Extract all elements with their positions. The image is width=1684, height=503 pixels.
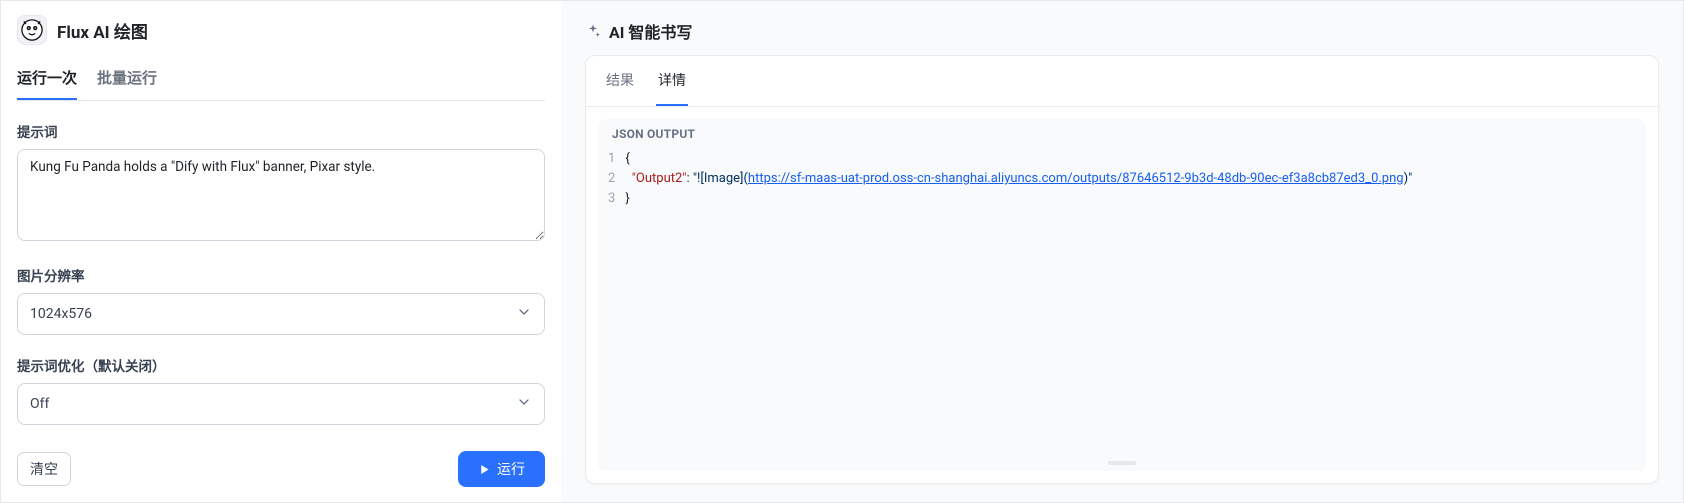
tab-run-once[interactable]: 运行一次 <box>17 67 77 100</box>
json-output-area: JSON OUTPUT 1 2 3 { "Output2": "![Image]… <box>598 119 1646 471</box>
resolution-label: 图片分辨率 <box>17 265 545 285</box>
tab-result[interactable]: 结果 <box>604 56 636 106</box>
prompt-input[interactable] <box>17 149 545 241</box>
right-title: AI 智能书写 <box>609 19 692 43</box>
output-tabs: 结果 详情 <box>586 56 1658 107</box>
chevron-down-icon <box>516 304 532 324</box>
sparkle-icon <box>585 23 601 39</box>
run-button[interactable]: 运行 <box>458 451 545 487</box>
json-val-suffix: )" <box>1404 171 1413 186</box>
line-number: 1 <box>608 149 615 169</box>
right-panel: AI 智能书写 结果 详情 JSON OUTPUT 1 2 3 { "Outpu… <box>561 1 1683 502</box>
optimize-select[interactable]: Off <box>17 383 545 425</box>
left-header: Flux AI 绘图 <box>17 15 545 45</box>
app-icon <box>17 15 47 45</box>
tab-batch-run[interactable]: 批量运行 <box>97 67 157 100</box>
app-title: Flux AI 绘图 <box>57 18 148 43</box>
code-content[interactable]: { "Output2": "![Image](https://sf-maas-u… <box>625 149 1422 455</box>
left-tabs: 运行一次 批量运行 <box>17 67 545 101</box>
json-key: "Output2" <box>632 171 687 186</box>
left-panel: Flux AI 绘图 运行一次 批量运行 提示词 图片分辨率 1024x576 … <box>1 1 561 502</box>
json-heading: JSON OUTPUT <box>598 119 1646 149</box>
chevron-down-icon <box>516 394 532 414</box>
line-number: 2 <box>608 169 615 189</box>
clear-button[interactable]: 清空 <box>17 452 71 486</box>
optimize-value: Off <box>30 396 49 412</box>
run-button-label: 运行 <box>497 459 525 479</box>
prompt-label: 提示词 <box>17 121 545 141</box>
actions-row: 清空 运行 <box>17 451 545 487</box>
resolution-value: 1024x576 <box>30 306 92 322</box>
json-code: 1 2 3 { "Output2": "![Image](https://sf-… <box>598 149 1646 455</box>
line-number: 3 <box>608 189 615 209</box>
tab-details[interactable]: 详情 <box>656 56 688 106</box>
prompt-section: 提示词 <box>17 121 545 245</box>
resolution-section: 图片分辨率 1024x576 <box>17 265 545 335</box>
optimize-label: 提示词优化（默认关闭） <box>17 355 545 375</box>
resolution-select[interactable]: 1024x576 <box>17 293 545 335</box>
json-output-url[interactable]: https://sf-maas-uat-prod.oss-cn-shanghai… <box>748 171 1404 186</box>
right-header: AI 智能书写 <box>585 19 1659 43</box>
optimize-section: 提示词优化（默认关闭） Off <box>17 355 545 425</box>
json-val-prefix: "![Image]( <box>693 171 748 186</box>
output-card: 结果 详情 JSON OUTPUT 1 2 3 { "Output2": "![… <box>585 55 1659 484</box>
resize-handle[interactable] <box>1108 461 1136 465</box>
play-icon <box>478 463 491 476</box>
line-gutter: 1 2 3 <box>598 149 625 455</box>
